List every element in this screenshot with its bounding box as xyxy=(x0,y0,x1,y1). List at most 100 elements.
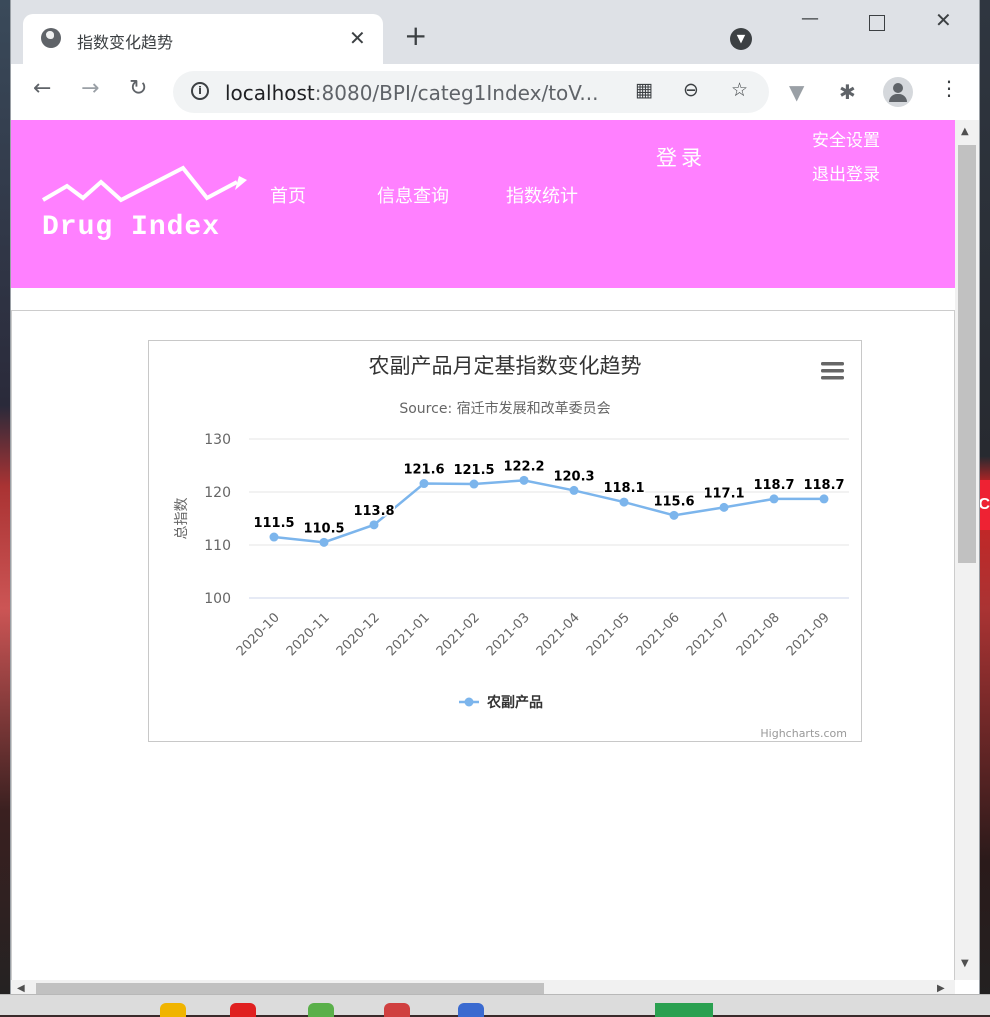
nav-home[interactable]: 首页 xyxy=(270,182,306,208)
qr-code-icon[interactable]: ▦ xyxy=(635,81,653,100)
globe-icon xyxy=(41,28,61,48)
vertical-scrollbar[interactable]: ▲ ▼ xyxy=(955,120,979,980)
taskbar xyxy=(0,994,990,1017)
vertical-scroll-thumb[interactable] xyxy=(958,145,976,563)
x-tick-label: 2021-05 xyxy=(584,610,633,659)
x-tick-label: 2021-03 xyxy=(484,610,533,659)
data-label: 118.7 xyxy=(753,478,794,493)
site-header: Drug Index 首页 信息查询 指数统计 登录 安全设置 退出登录 xyxy=(11,120,955,288)
x-tick-label: 2020-10 xyxy=(234,610,283,659)
x-tick-label: 2021-09 xyxy=(784,610,833,659)
url-path: :8080/BPI/categ1Index/toV... xyxy=(314,81,599,105)
data-label: 113.8 xyxy=(353,504,394,519)
y-tick-label: 130 xyxy=(204,432,231,448)
data-point xyxy=(769,494,779,504)
page-viewport: Drug Index 首页 信息查询 指数统计 登录 安全设置 退出登录 农副产… xyxy=(11,120,955,980)
site-info-icon[interactable]: i xyxy=(191,82,209,100)
security-settings-link[interactable]: 安全设置 xyxy=(812,126,880,151)
logo-text: Drug Index xyxy=(42,212,221,243)
data-label: 118.7 xyxy=(803,478,844,493)
chart-subtitle: Source: 宿迁市发展和改革委员会 xyxy=(399,400,610,417)
data-point xyxy=(569,485,579,495)
data-point xyxy=(369,520,379,530)
chart-menu-icon-bar xyxy=(821,369,844,373)
data-point xyxy=(819,494,829,504)
address-bar[interactable]: i localhost:8080/BPI/categ1Index/toV... … xyxy=(173,71,769,113)
data-label: 117.1 xyxy=(703,486,744,501)
logout-link[interactable]: 退出登录 xyxy=(812,160,880,185)
file-explorer-icon[interactable] xyxy=(160,1003,186,1017)
back-button[interactable]: ← xyxy=(33,78,51,100)
line-chart: 农副产品月定基指数变化趋势 Source: 宿迁市发展和改革委员会 100 110 12… xyxy=(174,354,849,740)
zoom-out-icon[interactable]: ⊖ xyxy=(683,81,699,100)
data-point xyxy=(469,479,479,489)
y-tick-label: 120 xyxy=(204,485,231,501)
scroll-up-arrow[interactable]: ▲ xyxy=(961,126,969,137)
x-tick-label: 2020-12 xyxy=(334,610,383,659)
login-link[interactable]: 登录 xyxy=(656,142,706,172)
x-tick-label: 2021-08 xyxy=(734,610,783,659)
chrome-icon[interactable] xyxy=(458,1003,484,1017)
desktop-app-badge: C xyxy=(978,480,990,530)
browser-toolbar: ← → ↻ i localhost:8080/BPI/categ1Index/t… xyxy=(11,64,979,120)
data-label: 121.6 xyxy=(403,463,444,478)
reload-button[interactable]: ↻ xyxy=(129,78,147,100)
data-point xyxy=(519,475,529,485)
forward-button[interactable]: → xyxy=(81,78,99,100)
app-window-icon[interactable] xyxy=(655,1003,713,1017)
tab-title: 指数变化趋势 xyxy=(77,33,174,52)
data-point xyxy=(719,502,729,512)
y-tick-label: 100 xyxy=(204,591,231,607)
x-tick-label: 2021-02 xyxy=(434,610,483,659)
bookmark-star-icon[interactable]: ☆ xyxy=(731,81,748,100)
tab-strip: 指数变化趋势 ✕ + ▼ — ✕ xyxy=(11,0,979,64)
chart-menu-icon-bar xyxy=(821,362,844,366)
data-point xyxy=(669,510,679,520)
more-menu-icon[interactable]: ⋮ xyxy=(939,78,959,98)
app-green-icon[interactable] xyxy=(308,1003,334,1017)
legend-item: 农副产品 xyxy=(486,694,543,711)
nav-info-query[interactable]: 信息查询 xyxy=(377,182,449,208)
tab-search-icon[interactable]: ▼ xyxy=(730,28,752,50)
legend-marker xyxy=(464,697,474,707)
extensions-puzzle-icon[interactable]: ✱ xyxy=(839,82,856,102)
chart-menu-icon-bar xyxy=(821,376,844,380)
data-label: 111.5 xyxy=(253,516,294,531)
tab-close-button[interactable]: ✕ xyxy=(349,26,366,50)
app-red-icon[interactable] xyxy=(384,1003,410,1017)
maximize-button[interactable] xyxy=(869,15,885,31)
data-label: 122.2 xyxy=(503,459,544,474)
x-tick-label: 2021-04 xyxy=(534,610,583,659)
logo-zigzag-icon xyxy=(41,165,247,203)
scroll-left-arrow[interactable]: ◀ xyxy=(17,983,25,994)
chart-credits: Highcharts.com xyxy=(760,727,847,740)
scroll-right-arrow[interactable]: ▶ xyxy=(937,983,945,994)
minimize-button[interactable]: — xyxy=(801,8,819,29)
url-host: localhost xyxy=(225,81,315,105)
data-label: 118.1 xyxy=(603,481,644,496)
vue-devtools-icon[interactable]: ▼ xyxy=(789,82,804,102)
data-point xyxy=(619,497,629,507)
new-tab-button[interactable]: + xyxy=(404,22,427,50)
scroll-down-arrow[interactable]: ▼ xyxy=(961,958,969,969)
data-label: 110.5 xyxy=(303,521,344,536)
x-tick-label: 2021-06 xyxy=(634,610,683,659)
nav-index-stats[interactable]: 指数统计 xyxy=(506,182,578,208)
url-text[interactable]: localhost:8080/BPI/categ1Index/toV... xyxy=(225,81,598,105)
y-tick-label: 110 xyxy=(204,538,231,554)
profile-avatar-icon[interactable] xyxy=(883,77,913,107)
data-point xyxy=(269,532,279,542)
chart-container: 农副产品月定基指数变化趋势 Source: 宿迁市发展和改革委员会 100 110 12… xyxy=(148,340,862,742)
window-close-button[interactable]: ✕ xyxy=(935,8,952,32)
data-point xyxy=(319,537,329,547)
data-point xyxy=(419,479,429,489)
data-label: 120.3 xyxy=(553,469,594,484)
chart-title: 农副产品月定基指数变化趋势 xyxy=(369,354,642,378)
data-label: 115.6 xyxy=(653,494,694,509)
data-label: 121.5 xyxy=(453,463,494,478)
x-tick-label: 2020-11 xyxy=(284,610,333,659)
browser-window: 指数变化趋势 ✕ + ▼ — ✕ ← → ↻ i localhost:8080/… xyxy=(11,0,979,1000)
office-icon[interactable] xyxy=(230,1003,256,1017)
x-tick-label: 2021-01 xyxy=(384,610,433,659)
x-tick-label: 2021-07 xyxy=(684,610,733,659)
